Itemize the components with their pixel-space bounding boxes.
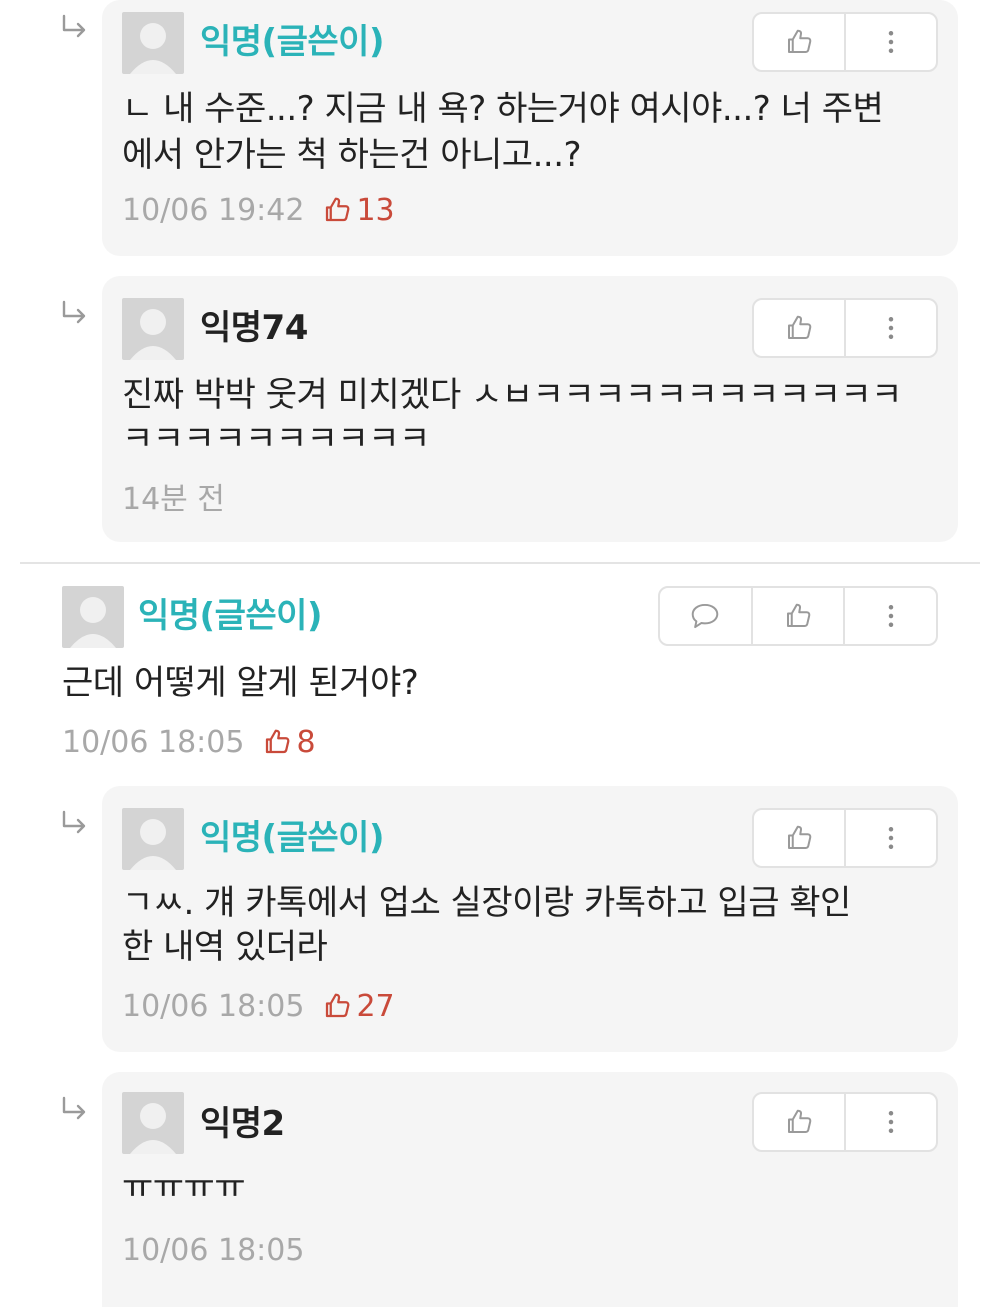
comment-meta: 10/06 19:42 13 [122, 190, 395, 230]
avatar [122, 1092, 184, 1154]
more-button[interactable] [844, 300, 936, 356]
comment-text-line: ㄱㅆ. 걔 카톡에서 업소 실장이랑 카톡하고 입금 확인 [122, 883, 851, 923]
avatar [62, 586, 124, 648]
comment-meta: 10/06 18:05 8 [62, 722, 316, 762]
thumbs-up-icon [326, 197, 350, 222]
comment-text-line: ㄴ 내 수준...? 지금 내 욕? 하는거야 여시야...? 너 주변 [122, 89, 884, 129]
comment-text-line: ㅠㅠㅠㅠ [122, 1167, 246, 1207]
reply-arrow-icon [62, 300, 86, 324]
more-vertical-icon [888, 827, 894, 849]
comment-text-line: 진짜 박박 웃겨 미치겠다 ㅅㅂㅋㅋㅋㅋㅋㅋㅋㅋㅋㅋㅋㅋ [122, 375, 902, 415]
thumbs-up-icon [787, 603, 811, 627]
thumbs-up-icon [326, 993, 350, 1018]
comment-actions [752, 808, 938, 868]
comment-text-line: ㅋㅋㅋㅋㅋㅋㅋㅋㅋㅋ [122, 419, 430, 459]
timestamp: 10/06 18:05 [122, 988, 305, 1024]
author-name[interactable]: 익명(글쓴이) [200, 818, 384, 858]
more-button[interactable] [843, 588, 936, 644]
comment-actions [658, 586, 938, 646]
more-button[interactable] [844, 810, 936, 866]
avatar [122, 12, 184, 74]
comment-actions [752, 12, 938, 72]
timestamp: 10/06 18:05 [62, 724, 245, 760]
reply-arrow-icon [62, 14, 86, 38]
avatar-icon [70, 597, 116, 648]
thumbs-up-icon [788, 315, 812, 339]
avatar-icon [130, 309, 176, 360]
like-button[interactable] [754, 300, 844, 356]
avatar-icon [130, 819, 176, 870]
author-name[interactable]: 익명(글쓴이) [138, 596, 322, 636]
comment-meta: 10/06 18:05 27 [122, 986, 395, 1026]
reply-arrow-icon [62, 810, 86, 834]
thumbs-up-icon [788, 29, 812, 53]
author-name[interactable]: 익명(글쓴이) [200, 22, 384, 62]
avatar-icon [130, 23, 176, 74]
more-vertical-icon [888, 605, 893, 627]
comment-text-line: 한 내역 있더라 [122, 927, 328, 967]
reply-comment: 익명(글쓴이) ㄴ 내 수준...? 지금 내 욕? 하는거야 여시야...? … [102, 0, 958, 256]
avatar [122, 298, 184, 360]
thumbs-up-icon [266, 729, 290, 754]
more-vertical-icon [888, 31, 894, 53]
comment-meta: 10/06 18:05 [122, 1230, 304, 1270]
reply-button[interactable] [660, 588, 751, 644]
timestamp: 10/06 19:42 [122, 192, 305, 228]
like-count: 27 [356, 988, 395, 1024]
more-vertical-icon [888, 317, 894, 339]
like-button[interactable] [750, 588, 844, 644]
divider [20, 562, 980, 564]
reply-comment: 익명2 ㅠㅠㅠㅠ 10/06 18:05 [102, 1072, 958, 1307]
more-button[interactable] [844, 1094, 936, 1150]
speech-bubble-icon [692, 603, 719, 629]
comment-text-line: 근데 어떻게 알게 된거야? [62, 663, 419, 703]
timestamp: 10/06 18:05 [122, 1232, 305, 1268]
like-count: 13 [356, 192, 395, 228]
comment-text-line: 에서 안가는 척 하는건 아니고...? [122, 135, 582, 175]
thumbs-up-icon [788, 825, 812, 849]
thumbs-up-icon [788, 1109, 812, 1133]
author-name[interactable]: 익명74 [200, 308, 308, 348]
avatar-icon [130, 1103, 176, 1154]
like-button[interactable] [754, 14, 844, 70]
reply-arrow-icon [62, 1096, 86, 1120]
like-button[interactable] [754, 810, 844, 866]
author-name[interactable]: 익명2 [200, 1104, 285, 1144]
timestamp: 14분 전 [122, 482, 225, 517]
comment-actions [752, 298, 938, 358]
comment-meta: 14분 전 [122, 476, 225, 517]
more-button[interactable] [844, 14, 936, 70]
avatar [122, 808, 184, 870]
comment-actions [752, 1092, 938, 1152]
reply-comment: 익명74 진짜 박박 웃겨 미치겠다 ㅅㅂㅋㅋㅋㅋㅋㅋㅋㅋㅋㅋㅋㅋ ㅋㅋㅋㅋㅋㅋ… [102, 276, 958, 542]
like-count: 8 [296, 724, 316, 760]
more-vertical-icon [888, 1111, 894, 1133]
like-button[interactable] [754, 1094, 844, 1150]
reply-comment: 익명(글쓴이) ㄱㅆ. 걔 카톡에서 업소 실장이랑 카톡하고 입금 확인 한 … [102, 786, 958, 1052]
